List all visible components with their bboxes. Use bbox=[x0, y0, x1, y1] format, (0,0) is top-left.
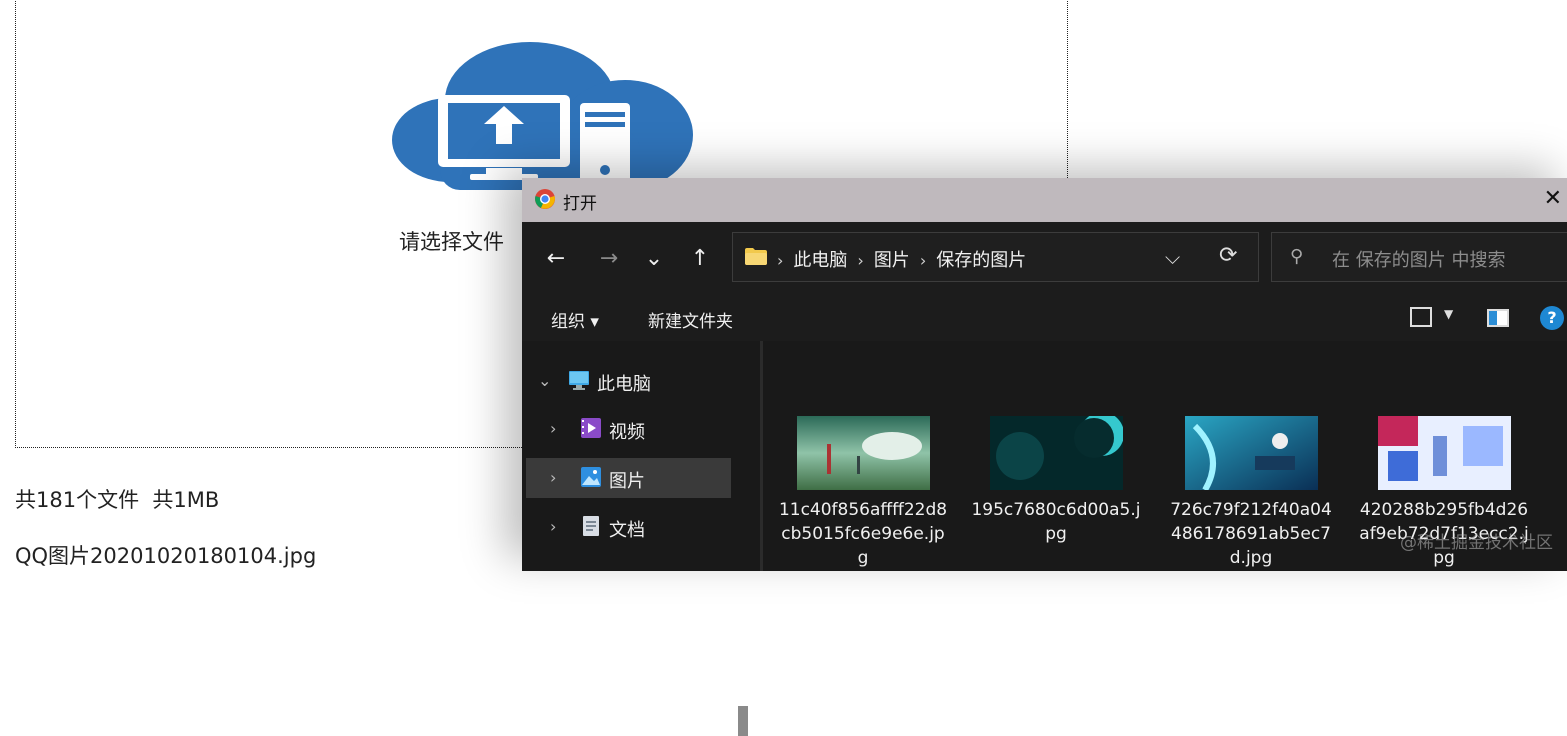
breadcrumb-item[interactable]: 保存的图片 bbox=[936, 250, 1026, 271]
file-item[interactable]: 11c40f856affff22d8cb5015fc6e9e6e.jpg bbox=[778, 416, 948, 570]
file-item[interactable]: 726c79f212f40a04486178691ab5ec7d.jpg bbox=[1166, 416, 1336, 570]
documents-folder-icon bbox=[583, 516, 599, 536]
recent-locations-icon[interactable]: ⌄ bbox=[637, 241, 671, 275]
refresh-icon[interactable]: ⟳ bbox=[1219, 243, 1237, 268]
chevron-right-icon: › bbox=[919, 251, 927, 270]
file-name: 726c79f212f40a04486178691ab5ec7d.jpg bbox=[1170, 500, 1332, 568]
dialog-titlebar[interactable]: 打开 ✕ bbox=[522, 178, 1567, 222]
chrome-icon bbox=[535, 189, 555, 209]
close-icon[interactable]: ✕ bbox=[1544, 186, 1562, 211]
view-mode-icon[interactable] bbox=[1410, 307, 1432, 327]
chevron-right-icon[interactable]: › bbox=[550, 517, 556, 536]
new-folder-button[interactable]: 新建文件夹 bbox=[648, 307, 733, 332]
sidebar-item-label: 视频 bbox=[609, 422, 645, 443]
chevron-right-icon: › bbox=[777, 251, 784, 270]
search-box[interactable]: ⚲ 在 保存的图片 中搜索 bbox=[1271, 232, 1567, 282]
sidebar-item-label: 图片 bbox=[609, 471, 645, 492]
sidebar-scrollbar[interactable] bbox=[738, 706, 748, 736]
organize-menu[interactable]: 组织 ▾ bbox=[551, 307, 599, 332]
video-folder-icon bbox=[581, 418, 601, 438]
address-history-icon[interactable]: ⌵ bbox=[1165, 245, 1180, 269]
breadcrumb: › 此电脑 › 图片 › 保存的图片 bbox=[777, 246, 1026, 272]
help-icon[interactable]: ? bbox=[1540, 306, 1564, 330]
breadcrumb-item[interactable]: 此电脑 bbox=[793, 250, 847, 271]
dialog-title: 打开 bbox=[563, 194, 597, 214]
sidebar-item-pictures[interactable]: › 图片 bbox=[526, 458, 731, 498]
drop-label: 请选择文件 bbox=[399, 230, 504, 254]
file-open-dialog: 打开 ✕ ← → ⌄ ↑ › 此电脑 › 图片 › 保存的图片 ⌵ ⟳ ⚲ 在 保存的图片… bbox=[522, 178, 1567, 736]
forward-icon[interactable]: → bbox=[592, 241, 626, 275]
sidebar-item-this-pc[interactable]: ⌄ 此电脑 bbox=[526, 361, 731, 401]
sidebar-item-documents[interactable]: › 文档 bbox=[526, 507, 731, 547]
sidebar-item-videos[interactable]: › 视频 bbox=[526, 409, 731, 449]
pictures-folder-icon bbox=[581, 467, 601, 487]
search-icon: ⚲ bbox=[1290, 246, 1304, 267]
command-bar: 组织 ▾ 新建文件夹 ▼ ? bbox=[522, 297, 1567, 341]
chevron-right-icon[interactable]: › bbox=[550, 419, 556, 438]
sidebar-item-label: 文档 bbox=[609, 520, 645, 541]
folder-icon bbox=[745, 248, 767, 265]
chevron-right-icon[interactable]: › bbox=[550, 468, 556, 487]
sidebar-item-label: 此电脑 bbox=[597, 374, 651, 395]
file-name: 11c40f856affff22d8cb5015fc6e9e6e.jpg bbox=[778, 500, 948, 568]
first-file-name: QQ图片20201020180104.jpg bbox=[15, 544, 317, 568]
upload-cloud-icon[interactable] bbox=[390, 40, 695, 195]
back-icon[interactable]: ← bbox=[539, 241, 573, 275]
preview-pane-icon[interactable] bbox=[1487, 309, 1509, 327]
navigation-pane: ⌄ 此电脑 › 视频 › 图片 › 文档 bbox=[522, 341, 762, 736]
breadcrumb-item[interactable]: 图片 bbox=[874, 250, 910, 271]
computer-icon bbox=[569, 371, 589, 390]
image-thumbnail bbox=[1184, 416, 1318, 490]
up-icon[interactable]: ↑ bbox=[683, 241, 717, 275]
file-summary: 共181个文件 共1MB bbox=[15, 488, 220, 512]
navigation-bar: ← → ⌄ ↑ › 此电脑 › 图片 › 保存的图片 ⌵ ⟳ ⚲ 在 保存的图片 中搜索 bbox=[522, 222, 1567, 297]
file-name: 195c7680c6d00a5.jpg bbox=[971, 500, 1141, 544]
chevron-down-icon[interactable]: ⌄ bbox=[538, 371, 551, 390]
image-thumbnail bbox=[796, 416, 930, 490]
image-thumbnail bbox=[989, 416, 1123, 490]
address-bar[interactable]: › 此电脑 › 图片 › 保存的图片 ⌵ ⟳ bbox=[732, 232, 1259, 282]
watermark: @稀土掘金技术社区 bbox=[1400, 533, 1553, 553]
view-options-caret-icon[interactable]: ▼ bbox=[1444, 307, 1453, 321]
chevron-right-icon: › bbox=[857, 251, 864, 270]
search-placeholder[interactable]: 在 保存的图片 中搜索 bbox=[1332, 246, 1505, 272]
image-thumbnail bbox=[1377, 416, 1511, 490]
file-item[interactable]: 195c7680c6d00a5.jpg bbox=[971, 416, 1141, 546]
